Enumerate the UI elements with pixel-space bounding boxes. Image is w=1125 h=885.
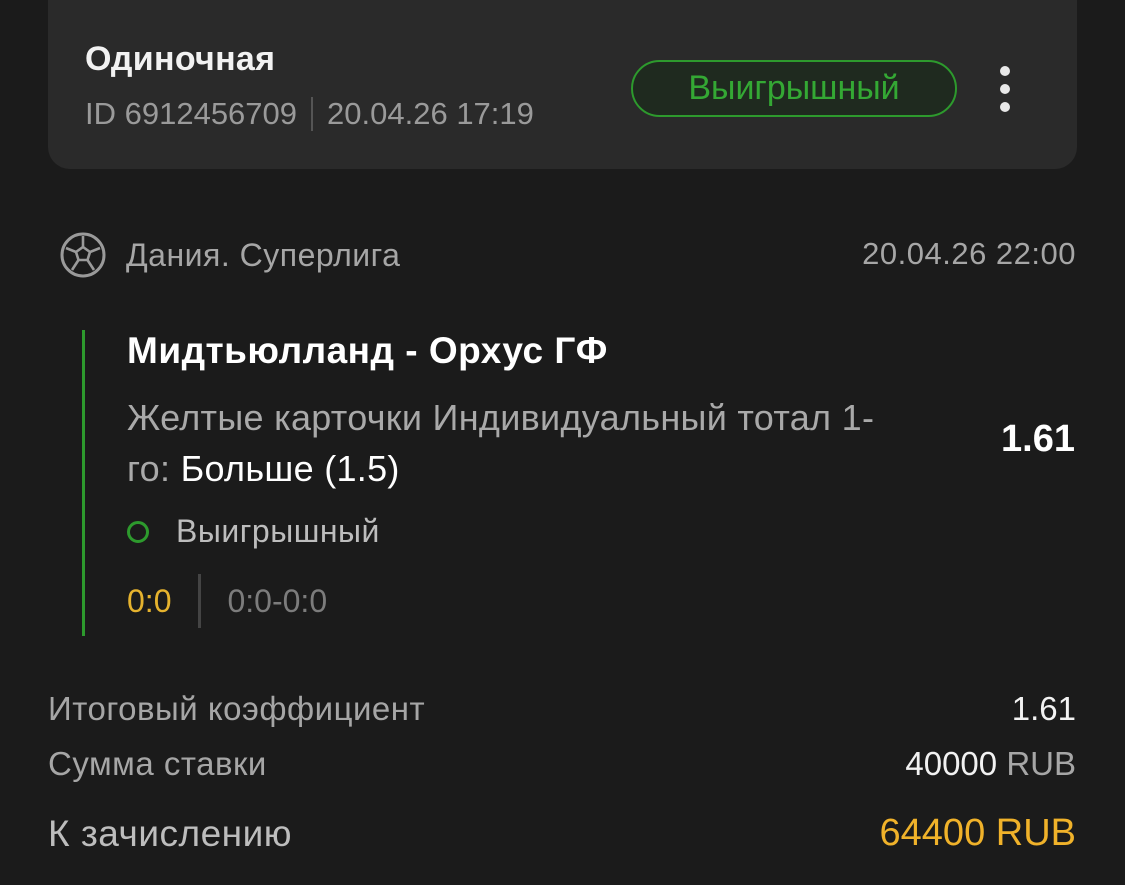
total-odds-label: Итоговый коэффициент [48, 690, 426, 727]
score-divider [198, 574, 202, 628]
market-selection: Больше (1.5) [180, 448, 400, 489]
summary-payout: К зачислению 64400 RUB [48, 812, 1076, 855]
summary-stake: Сумма ставки 40000 RUB [48, 745, 1076, 783]
payout-value: 64400 RUB [879, 812, 1076, 854]
soccer-ball-icon [60, 232, 106, 278]
league-name: Дания. Суперлига [126, 236, 401, 273]
event-teams[interactable]: Мидтьюлланд - Орхус ГФ [127, 330, 608, 372]
bet-header-card: Одиночная ID 6912456709 20.04.26 17:19 В… [48, 0, 1077, 169]
status-badge-label: Выигрышный [688, 69, 900, 107]
event-outcome: Выигрышный [127, 513, 380, 550]
status-badge: Выигрышный [631, 60, 957, 117]
bet-id: ID 6912456709 [85, 96, 298, 131]
bet-meta: ID 6912456709 20.04.26 17:19 [85, 96, 534, 132]
more-options-icon[interactable] [993, 66, 1017, 112]
league-row: Дания. Суперлига 20.04.26 22:00 [58, 230, 1076, 280]
total-odds-value: 1.61 [1011, 690, 1076, 727]
summary-total-odds: Итоговый коэффициент 1.61 [48, 690, 1076, 728]
event-score: 0:0 0:0-0:0 [127, 574, 327, 628]
stake-currency: RUB [1006, 745, 1076, 782]
meta-divider [311, 97, 314, 131]
bet-market: Желтые карточки Индивидуальный тотал 1-г… [127, 392, 887, 494]
event-status-bar [82, 330, 85, 636]
bet-type-title: Одиночная [85, 40, 276, 78]
event-start-time: 20.04.26 22:00 [862, 236, 1076, 271]
score-main: 0:0 [127, 582, 172, 619]
bet-placed-time: 20.04.26 17:19 [327, 96, 534, 131]
outcome-circle-icon [127, 520, 149, 543]
payout-label: К зачислению [48, 812, 293, 854]
stake-value: 40000 RUB [905, 745, 1076, 783]
event-odds: 1.61 [1001, 418, 1075, 460]
stake-amount: 40000 [905, 745, 998, 782]
bet-details-page: Одиночная ID 6912456709 20.04.26 17:19 В… [0, 0, 1125, 885]
score-detail: 0:0-0:0 [227, 582, 328, 619]
outcome-label: Выигрышный [176, 513, 380, 549]
stake-label: Сумма ставки [48, 745, 267, 782]
